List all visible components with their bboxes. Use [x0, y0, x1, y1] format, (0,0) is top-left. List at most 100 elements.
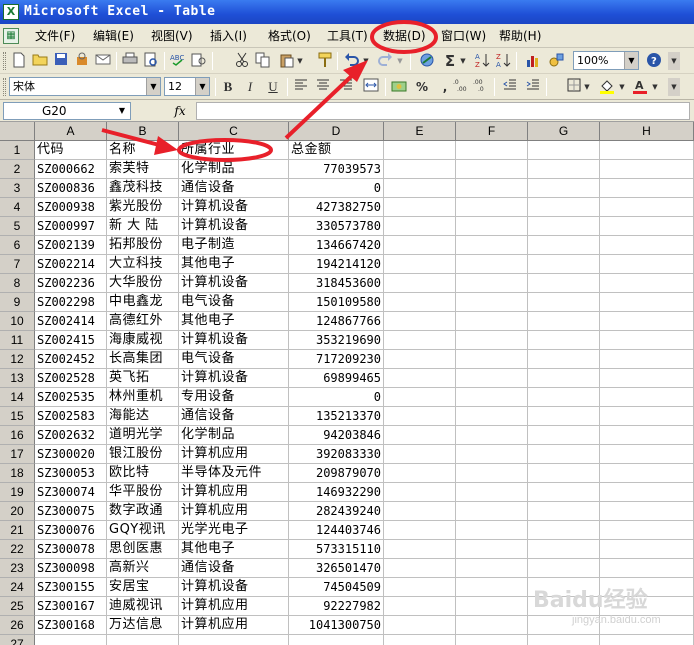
worksheet-grid[interactable]: A B C D E F G H 1 代码 名称 所属行业 总金额 2 SZ000662 索芙特 化学制品 7703… — [0, 122, 694, 645]
cell-g5[interactable] — [528, 217, 600, 236]
cell-f7[interactable] — [456, 255, 528, 274]
cell-f6[interactable] — [456, 236, 528, 255]
cell-d23[interactable]: 326501470 — [289, 559, 384, 578]
cell-h17[interactable] — [600, 445, 694, 464]
column-header-b[interactable]: B — [107, 122, 179, 141]
cell-f23[interactable] — [456, 559, 528, 578]
row-header[interactable]: 15 — [0, 407, 35, 426]
cell-a9[interactable]: SZ002298 — [35, 293, 107, 312]
menu-view[interactable]: 视图(V) — [151, 28, 193, 45]
cell-a3[interactable]: SZ000836 — [35, 179, 107, 198]
sort-ascending-icon[interactable]: AZ — [473, 52, 491, 70]
hyperlink-icon[interactable] — [418, 52, 436, 70]
cell-b10[interactable]: 高德红外 — [107, 312, 179, 331]
cell-h11[interactable] — [600, 331, 694, 350]
cell-a12[interactable]: SZ002452 — [35, 350, 107, 369]
cell-h2[interactable] — [600, 160, 694, 179]
cell-f3[interactable] — [456, 179, 528, 198]
font-color-icon[interactable]: A — [631, 78, 649, 96]
format-painter-icon[interactable] — [316, 52, 334, 70]
cell-e20[interactable] — [384, 502, 456, 521]
cell-a27[interactable] — [35, 635, 107, 645]
cell-d20[interactable]: 282439240 — [289, 502, 384, 521]
cell-g27[interactable] — [528, 635, 600, 645]
cell-c9[interactable]: 电气设备 — [179, 293, 289, 312]
cell-e13[interactable] — [384, 369, 456, 388]
row-header[interactable]: 11 — [0, 331, 35, 350]
cell-f12[interactable] — [456, 350, 528, 369]
cell-e27[interactable] — [384, 635, 456, 645]
menu-insert[interactable]: 插入(I) — [210, 28, 247, 45]
cell-c14[interactable]: 专用设备 — [179, 388, 289, 407]
cell-b20[interactable]: 数字政通 — [107, 502, 179, 521]
currency-icon[interactable] — [390, 78, 408, 96]
cell-b12[interactable]: 长高集团 — [107, 350, 179, 369]
cell-c27[interactable] — [179, 635, 289, 645]
align-center-icon[interactable] — [314, 78, 332, 96]
align-right-icon[interactable] — [337, 78, 355, 96]
cell-a16[interactable]: SZ002632 — [35, 426, 107, 445]
cell-h20[interactable] — [600, 502, 694, 521]
cell-c21[interactable]: 光学光电子 — [179, 521, 289, 540]
cell-h21[interactable] — [600, 521, 694, 540]
cell-d17[interactable]: 392083330 — [289, 445, 384, 464]
cell-f16[interactable] — [456, 426, 528, 445]
row-header[interactable]: 13 — [0, 369, 35, 388]
row-header[interactable]: 17 — [0, 445, 35, 464]
cell-g3[interactable] — [528, 179, 600, 198]
cell-h16[interactable] — [600, 426, 694, 445]
cell-h13[interactable] — [600, 369, 694, 388]
font-size-select[interactable]: 12 ▼ — [164, 77, 210, 96]
cell-a2[interactable]: SZ000662 — [35, 160, 107, 179]
cell-h6[interactable] — [600, 236, 694, 255]
cell-f17[interactable] — [456, 445, 528, 464]
cell-b1[interactable]: 名称 — [107, 141, 179, 160]
cell-g4[interactable] — [528, 198, 600, 217]
cell-b14[interactable]: 林州重机 — [107, 388, 179, 407]
cell-e6[interactable] — [384, 236, 456, 255]
font-color-dropdown-icon[interactable]: ▼ — [651, 78, 659, 96]
row-header[interactable]: 2 — [0, 160, 35, 179]
row-header[interactable]: 7 — [0, 255, 35, 274]
cell-h9[interactable] — [600, 293, 694, 312]
merge-center-icon[interactable] — [362, 78, 380, 96]
cell-g23[interactable] — [528, 559, 600, 578]
menu-format[interactable]: 格式(O) — [268, 28, 311, 45]
cell-a22[interactable]: SZ300078 — [35, 540, 107, 559]
cell-c26[interactable]: 计算机应用 — [179, 616, 289, 635]
increase-decimal-icon[interactable]: .0.00 — [452, 78, 470, 96]
cell-b3[interactable]: 鑫茂科技 — [107, 179, 179, 198]
cell-d7[interactable]: 194214120 — [289, 255, 384, 274]
cell-b13[interactable]: 英飞拓 — [107, 369, 179, 388]
cell-g21[interactable] — [528, 521, 600, 540]
cell-b2[interactable]: 索芙特 — [107, 160, 179, 179]
cell-a18[interactable]: SZ300053 — [35, 464, 107, 483]
sort-descending-icon[interactable]: ZA — [494, 52, 512, 70]
cell-a13[interactable]: SZ002528 — [35, 369, 107, 388]
row-header[interactable]: 26 — [0, 616, 35, 635]
cell-a1[interactable]: 代码 — [35, 141, 107, 160]
cell-g18[interactable] — [528, 464, 600, 483]
cell-c7[interactable]: 其他电子 — [179, 255, 289, 274]
cell-a19[interactable]: SZ300074 — [35, 483, 107, 502]
document-icon[interactable]: ▦ — [3, 28, 19, 44]
cell-e5[interactable] — [384, 217, 456, 236]
cell-b16[interactable]: 道明光学 — [107, 426, 179, 445]
cell-b4[interactable]: 紫光股份 — [107, 198, 179, 217]
zoom-select[interactable]: 100% ▼ — [573, 51, 639, 70]
cell-e3[interactable] — [384, 179, 456, 198]
cell-g20[interactable] — [528, 502, 600, 521]
cell-a6[interactable]: SZ002139 — [35, 236, 107, 255]
cell-e17[interactable] — [384, 445, 456, 464]
undo-dropdown-icon[interactable]: ▼ — [362, 52, 370, 70]
cell-d24[interactable]: 74504509 — [289, 578, 384, 597]
cell-c17[interactable]: 计算机应用 — [179, 445, 289, 464]
row-header[interactable]: 19 — [0, 483, 35, 502]
cell-f14[interactable] — [456, 388, 528, 407]
borders-icon[interactable] — [565, 78, 583, 96]
row-header[interactable]: 25 — [0, 597, 35, 616]
cell-d16[interactable]: 94203846 — [289, 426, 384, 445]
cell-e7[interactable] — [384, 255, 456, 274]
cell-c13[interactable]: 计算机设备 — [179, 369, 289, 388]
cell-c1[interactable]: 所属行业 — [179, 141, 289, 160]
